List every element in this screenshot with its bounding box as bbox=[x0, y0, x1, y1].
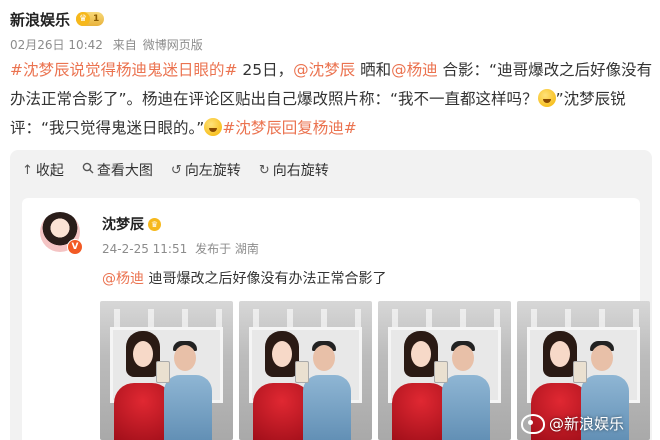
verified-icon: V bbox=[67, 239, 83, 255]
repost-text: @杨迪 迪哥爆改之后好像没有办法正常合影了 bbox=[102, 268, 386, 288]
repost-author: 沈梦辰 ♛ bbox=[102, 214, 161, 234]
view-large-button[interactable]: 查看大图 bbox=[82, 160, 153, 180]
vip-level: 1 bbox=[93, 14, 100, 24]
post-source: 微博网页版 bbox=[142, 38, 203, 52]
face bbox=[272, 341, 292, 367]
face bbox=[452, 345, 474, 371]
face bbox=[174, 345, 196, 371]
view-large-label: 查看大图 bbox=[96, 163, 153, 179]
embedded-post: V 沈梦辰 ♛ 24-2-25 11:51 发布于 湖南 @杨迪 迪哥爆改之后好… bbox=[22, 198, 650, 440]
rotate-left-button[interactable]: ↺ 向左旋转 bbox=[171, 160, 241, 180]
repost-location: 发布于 湖南 bbox=[195, 242, 259, 256]
topic-link[interactable]: #沈梦辰回复杨迪# bbox=[222, 119, 356, 137]
image-toolbar: ↑ 收起 查看大图 ↺ 向左旋转 ↻ 向右旋转 bbox=[22, 160, 329, 180]
face bbox=[411, 341, 431, 367]
face bbox=[133, 341, 153, 367]
rotate-left-icon: ↺ bbox=[170, 162, 182, 178]
author-name[interactable]: 新浪娱乐 bbox=[10, 9, 70, 30]
rotate-right-label: 向右旋转 bbox=[272, 163, 329, 179]
phone bbox=[156, 361, 170, 383]
crown-icon: ♛ bbox=[76, 12, 91, 26]
weibo-watermark: @新浪娱乐 bbox=[520, 413, 624, 434]
post-meta: 02月26日 10:42 来自 微博网页版 bbox=[10, 36, 209, 53]
photo-thumbnail[interactable] bbox=[239, 301, 372, 440]
face bbox=[591, 345, 613, 371]
rotate-left-label: 向左旋转 bbox=[184, 163, 241, 179]
shh-emoji-icon bbox=[537, 89, 556, 107]
post-text-2: 晒和 bbox=[355, 61, 392, 79]
arrow-up-icon: ↑ bbox=[22, 162, 33, 178]
source-prefix: 来自 bbox=[112, 38, 137, 52]
repost-author-name[interactable]: 沈梦辰 bbox=[102, 214, 144, 234]
weibo-logo-icon bbox=[520, 413, 545, 434]
photo-thumbnail[interactable] bbox=[378, 301, 511, 440]
rotate-right-icon: ↻ bbox=[258, 162, 270, 178]
vip-badge: ♛ 1 bbox=[76, 12, 105, 26]
mention-link[interactable]: @杨迪 bbox=[102, 271, 144, 287]
laugh-emoji-icon bbox=[204, 118, 223, 136]
face bbox=[550, 341, 570, 367]
blue-suit bbox=[442, 375, 490, 440]
phone bbox=[573, 361, 587, 383]
collapse-button[interactable]: ↑ 收起 bbox=[22, 160, 64, 180]
mention-link[interactable]: @沈梦辰 bbox=[293, 61, 355, 79]
photo-thumbnail[interactable] bbox=[100, 301, 233, 440]
collapse-label: 收起 bbox=[35, 163, 64, 179]
topic-link[interactable]: #沈梦辰说觉得杨迪鬼迷日眼的# bbox=[10, 61, 237, 79]
post-text-1: 25日， bbox=[237, 61, 294, 79]
post-header: 新浪娱乐 ♛ 1 bbox=[10, 8, 105, 30]
face bbox=[313, 345, 335, 371]
rotate-right-button[interactable]: ↻ 向右旋转 bbox=[259, 160, 329, 180]
repost-body: 迪哥爆改之后好像没有办法正常合影了 bbox=[144, 271, 387, 287]
avatar[interactable]: V bbox=[40, 212, 83, 255]
blue-suit bbox=[164, 375, 212, 440]
phone bbox=[434, 361, 448, 383]
blue-suit bbox=[303, 375, 351, 440]
mention-link[interactable]: @杨迪 bbox=[391, 61, 438, 79]
repost-meta: 24-2-25 11:51 发布于 湖南 bbox=[102, 240, 263, 257]
crown-icon: ♛ bbox=[148, 217, 161, 231]
media-card: ↑ 收起 查看大图 ↺ 向左旋转 ↻ 向右旋转 V 沈梦辰 ♛ 24-2-25 … bbox=[10, 150, 652, 440]
post-body: #沈梦辰说觉得杨迪鬼迷日眼的# 25日，@沈梦辰 晒和@杨迪 合影：“迪哥爆改之… bbox=[10, 56, 660, 143]
repost-date[interactable]: 24-2-25 11:51 bbox=[102, 242, 187, 256]
watermark-text: @新浪娱乐 bbox=[548, 415, 624, 433]
search-icon bbox=[82, 162, 94, 178]
post-date[interactable]: 02月26日 10:42 bbox=[10, 38, 103, 52]
phone bbox=[295, 361, 309, 383]
